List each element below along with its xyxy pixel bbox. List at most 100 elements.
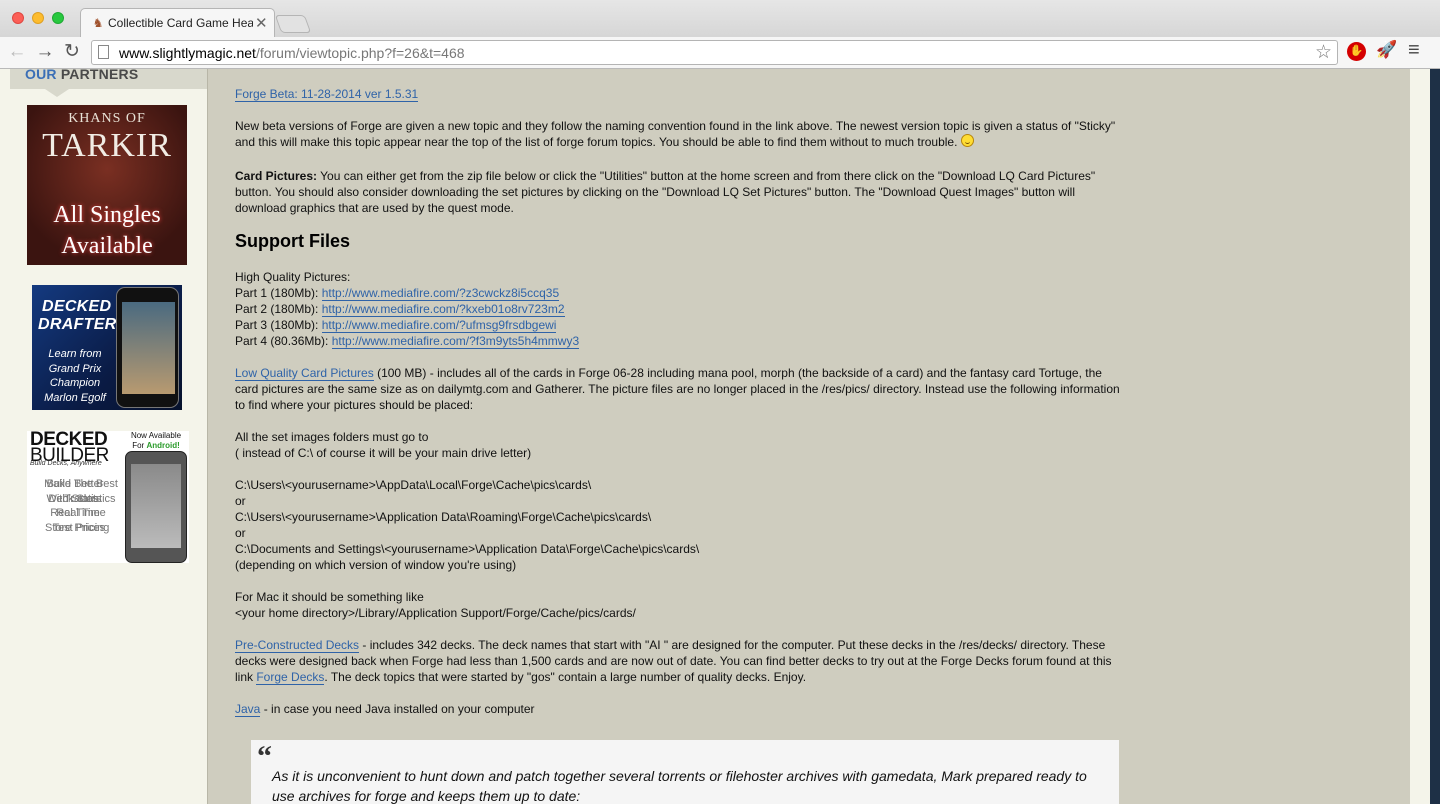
maximize-window-button[interactable] [52, 12, 64, 24]
ad-drafter-subtext: Learn from Grand Prix Champion Marlon Eg… [38, 347, 112, 405]
close-window-button[interactable] [12, 12, 24, 24]
minimize-window-button[interactable] [32, 12, 44, 24]
mac-block: For Mac it should be something like <you… [235, 589, 1120, 621]
feature-text: Test Pricing [52, 521, 110, 534]
hq-part-label: Part 2 (180Mb): [235, 302, 322, 316]
page-edge-strip [1430, 69, 1440, 804]
bookmark-star-icon[interactable]: ☆ [1315, 41, 1332, 64]
feature-row: Build Better Make The Best Trades [27, 477, 123, 505]
java-link[interactable]: Java [235, 702, 261, 717]
hq-part-link[interactable]: http://www.mediafire.com/?z3cwckz8i5ccq3… [321, 286, 560, 301]
window-titlebar: ♞ Collectible Card Game Hea ✕ [0, 0, 1440, 38]
ad-drafter-line4: Grand Prix [48, 362, 102, 375]
khans-of-tarkir-ad[interactable]: KHANS OF TARKIR All Singles Available [27, 105, 187, 265]
ad-khans-line2: TARKIR [42, 127, 172, 164]
ad-khans-cta: All Singles Available [27, 200, 187, 262]
java-text: - in case you need Java installed on you… [260, 702, 535, 716]
partners-header: OUR PARTNERS [10, 69, 207, 89]
ad-drafter-line5: Champion [49, 377, 101, 389]
for-text: For [132, 441, 145, 450]
partners-header-notch [45, 89, 69, 97]
tab-title: Collectible Card Game Hea [108, 16, 253, 30]
ad-drafter-line6: Marlon Egolf [44, 391, 106, 404]
url-path: /forum/viewtopic.php?f=26&t=468 [255, 45, 465, 61]
hq-part-link[interactable]: http://www.mediafire.com/?kxeb01o8rv723m… [321, 302, 565, 317]
tab-close-icon[interactable]: ✕ [255, 14, 268, 32]
now-available-text: Now Available [130, 431, 182, 440]
reload-icon[interactable]: ↻ [60, 40, 84, 64]
intro-text: New beta versions of Forge are given a n… [235, 119, 1116, 149]
phone-image [125, 451, 187, 563]
hq-part-label: Part 4 (80.36Mb): [235, 334, 332, 348]
ad-builder-tagline: Build Decks, Anywhere [30, 460, 102, 467]
partners-sidebar: OUR PARTNERS KHANS OF TARKIR All Singles… [10, 69, 207, 804]
set-images-line2: ( instead of C:\ of course it will be yo… [235, 446, 532, 460]
phone-screen [131, 464, 181, 548]
mac-line2: <your home directory>/Library/Applicatio… [235, 606, 636, 620]
card-pictures-label: Card Pictures: [235, 169, 318, 183]
quote-text: As it is unconvenient to hunt down and p… [272, 768, 1087, 804]
browser-menu-icon[interactable]: ≡ [1408, 39, 1420, 62]
set-images-block: All the set images folders must go to ( … [235, 429, 1120, 461]
or-line: or [235, 526, 246, 540]
forge-beta-link[interactable]: Forge Beta: 11-28-2014 ver 1.5.31 [235, 87, 419, 102]
rocket-extension-icon[interactable]: 🚀 [1376, 40, 1397, 60]
java-paragraph: Java - in case you need Java installed o… [235, 701, 1120, 717]
partners-title-word2: PARTNERS [60, 69, 139, 82]
card-pictures-text: You can either get from the zip file bel… [235, 169, 1096, 215]
phone-screen [122, 302, 175, 394]
feature-row: Deck Stats With Statistics [27, 492, 123, 507]
decks-text-end: . The deck topics that were started by "… [324, 670, 807, 684]
decked-drafter-ad[interactable]: DECKED DRAFTER Learn from Grand Prix Cha… [32, 285, 182, 410]
phone-image [116, 287, 179, 408]
forward-arrow-icon[interactable]: → [33, 40, 57, 64]
path-line: C:\Users\<yourusername>\AppData\Local\Fo… [235, 478, 592, 492]
support-files-heading: Support Files [235, 231, 351, 251]
hq-part-row: Part 1 (180Mb): http://www.mediafire.com… [235, 285, 1120, 301]
back-arrow-icon[interactable]: ← [5, 40, 29, 64]
wizard-favicon-icon: ♞ [92, 16, 104, 30]
decks-paragraph: Pre-Constructed Decks - includes 342 dec… [235, 637, 1120, 685]
path-line: C:\Users\<yourusername>\Application Data… [235, 510, 652, 524]
lq-pictures-paragraph: Low Quality Card Pictures (100 MB) - inc… [235, 365, 1120, 413]
feature-row: Store Prices Test Pricing [27, 521, 123, 536]
page-viewport: OUR PARTNERS KHANS OF TARKIR All Singles… [0, 69, 1440, 804]
feature-text: Real Time [56, 507, 106, 519]
smiley-icon [961, 134, 975, 147]
feature-text: With Statistics [46, 492, 116, 505]
set-images-line1: All the set images folders must go to [235, 430, 429, 444]
ad-builder-availability: Now Available For Android! [123, 431, 189, 451]
new-tab-button[interactable] [274, 15, 312, 33]
hq-part-row: Part 2 (180Mb): http://www.mediafire.com… [235, 301, 1120, 317]
hq-part-label: Part 3 (180Mb): [235, 318, 322, 332]
hq-pictures-block: High Quality Pictures: Part 1 (180Mb): h… [235, 269, 1120, 349]
hq-part-row: Part 4 (80.36Mb): http://www.mediafire.c… [235, 333, 1120, 349]
quote-box: “ As it is unconvenient to hunt down and… [251, 740, 1119, 804]
url-host: www.slightlymagic.net [119, 45, 256, 61]
ad-khans-line4: Available [61, 233, 153, 259]
browser-tab-active[interactable]: ♞ Collectible Card Game Hea ✕ [80, 8, 275, 38]
pre-constructed-decks-link[interactable]: Pre-Constructed Decks [235, 638, 360, 653]
hq-part-link[interactable]: http://www.mediafire.com/?ufmsg9frsdbgew… [321, 318, 557, 333]
ad-khans-line3: All Singles [53, 202, 161, 228]
feature-row: Real Time Real Time [27, 506, 123, 521]
path-line: C:\Documents and Settings\<yourusername>… [235, 542, 700, 556]
decked-builder-ad[interactable]: DECKED BUILDER Build Decks, Anywhere Now… [27, 431, 189, 563]
forge-decks-link[interactable]: Forge Decks [256, 670, 325, 685]
address-bar[interactable]: www.slightlymagic.net/forum/viewtopic.ph… [91, 40, 1338, 65]
ad-drafter-line1: DECKED [42, 298, 112, 315]
lq-card-pictures-link[interactable]: Low Quality Card Pictures [235, 366, 374, 381]
hq-part-label: Part 1 (180Mb): [235, 286, 322, 300]
beta-link-block: Forge Beta: 11-28-2014 ver 1.5.31 [235, 86, 1120, 102]
url-text[interactable]: www.slightlymagic.net/forum/viewtopic.ph… [119, 45, 465, 61]
depending-line: (depending on which version of window yo… [235, 558, 517, 572]
hq-part-link[interactable]: http://www.mediafire.com/?f3m9yts5h4mmwy… [331, 334, 580, 349]
adblock-stop-icon[interactable]: ✋ [1347, 42, 1366, 61]
or-line: or [235, 494, 246, 508]
partners-title: OUR PARTNERS [25, 69, 138, 82]
hq-title: High Quality Pictures: [235, 270, 351, 284]
paths-block: C:\Users\<yourusername>\AppData\Local\Fo… [235, 477, 1120, 573]
ad-drafter-line2: DRAFTER [38, 316, 117, 333]
page-icon [98, 45, 109, 59]
partners-title-word1: OUR [25, 69, 57, 82]
